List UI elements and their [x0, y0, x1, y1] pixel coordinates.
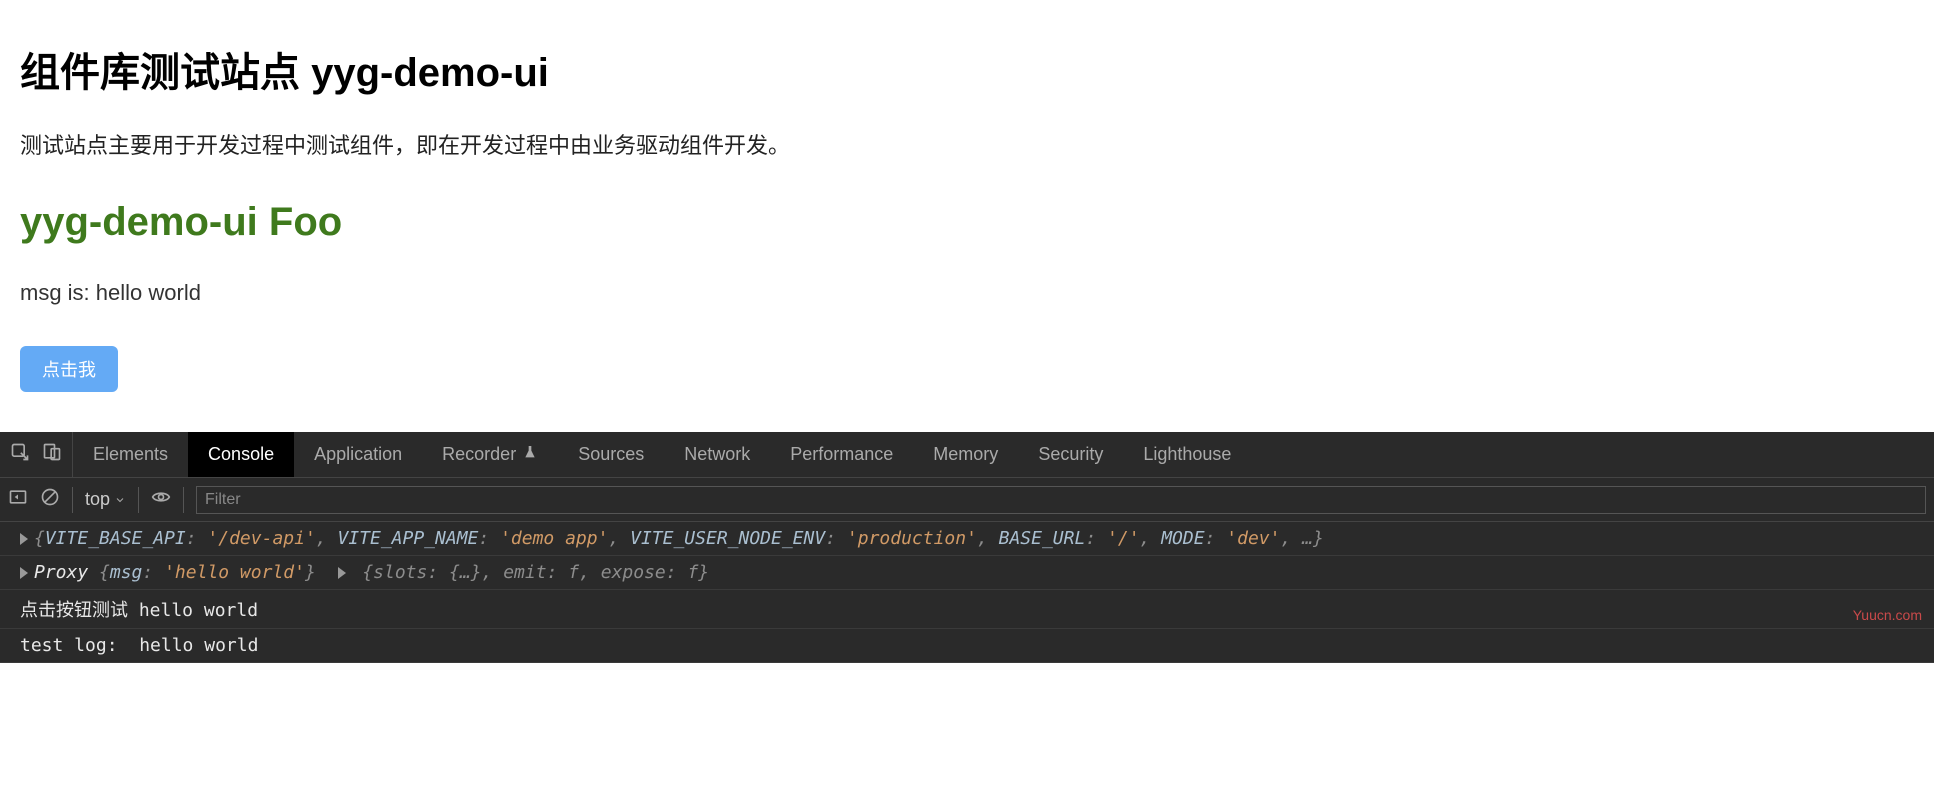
- component-title: yyg-demo-ui Foo: [20, 200, 1914, 245]
- devtools-tab-performance[interactable]: Performance: [770, 432, 913, 477]
- devtools-tab-security[interactable]: Security: [1018, 432, 1123, 477]
- click-me-button[interactable]: 点击我: [20, 346, 118, 392]
- devtools-tab-memory[interactable]: Memory: [913, 432, 1018, 477]
- console-line[interactable]: test log: hello world: [0, 629, 1934, 663]
- expand-icon[interactable]: [338, 567, 346, 579]
- devtools-tabbar: ElementsConsoleApplicationRecorderSource…: [0, 432, 1934, 478]
- chevron-down-icon: [114, 494, 126, 506]
- msg-output: msg is: hello world: [20, 280, 1914, 306]
- devtools-tab-elements[interactable]: Elements: [73, 432, 188, 477]
- devtools-tab-sources[interactable]: Sources: [558, 432, 664, 477]
- devtools-tab-application[interactable]: Application: [294, 432, 422, 477]
- page-title: 组件库测试站点 yyg-demo-ui: [20, 40, 1914, 98]
- clear-console-icon[interactable]: [40, 487, 60, 512]
- console-sidebar-toggle-icon[interactable]: [8, 487, 28, 512]
- console-filter-input[interactable]: [196, 486, 1926, 514]
- console-output: {VITE_BASE_API: '/dev-api', VITE_APP_NAM…: [0, 522, 1934, 663]
- expand-icon[interactable]: [20, 533, 28, 545]
- console-line[interactable]: 点击按钮测试 hello world: [0, 590, 1934, 629]
- devtools-tab-console[interactable]: Console: [188, 432, 294, 477]
- eye-icon[interactable]: [151, 487, 171, 512]
- context-selector-label: top: [85, 489, 110, 510]
- watermark-text: Yuucn.com: [1853, 607, 1922, 623]
- devtools-tab-lighthouse[interactable]: Lighthouse: [1123, 432, 1251, 477]
- console-line[interactable]: Proxy {msg: 'hello world'} {slots: {…}, …: [0, 556, 1934, 590]
- devtools-panel: ElementsConsoleApplicationRecorderSource…: [0, 432, 1934, 663]
- expand-icon[interactable]: [20, 567, 28, 579]
- flask-icon: [522, 444, 538, 465]
- inspect-icon[interactable]: [10, 442, 30, 467]
- devtools-tab-recorder[interactable]: Recorder: [422, 432, 558, 477]
- page-description: 测试站点主要用于开发过程中测试组件，即在开发过程中由业务驱动组件开发。: [20, 128, 1914, 160]
- page-content: 组件库测试站点 yyg-demo-ui 测试站点主要用于开发过程中测试组件，即在…: [0, 0, 1934, 432]
- device-toggle-icon[interactable]: [42, 442, 62, 467]
- console-line[interactable]: {VITE_BASE_API: '/dev-api', VITE_APP_NAM…: [0, 522, 1934, 556]
- console-toolbar: top: [0, 478, 1934, 522]
- context-selector[interactable]: top: [85, 489, 126, 510]
- devtools-tab-network[interactable]: Network: [664, 432, 770, 477]
